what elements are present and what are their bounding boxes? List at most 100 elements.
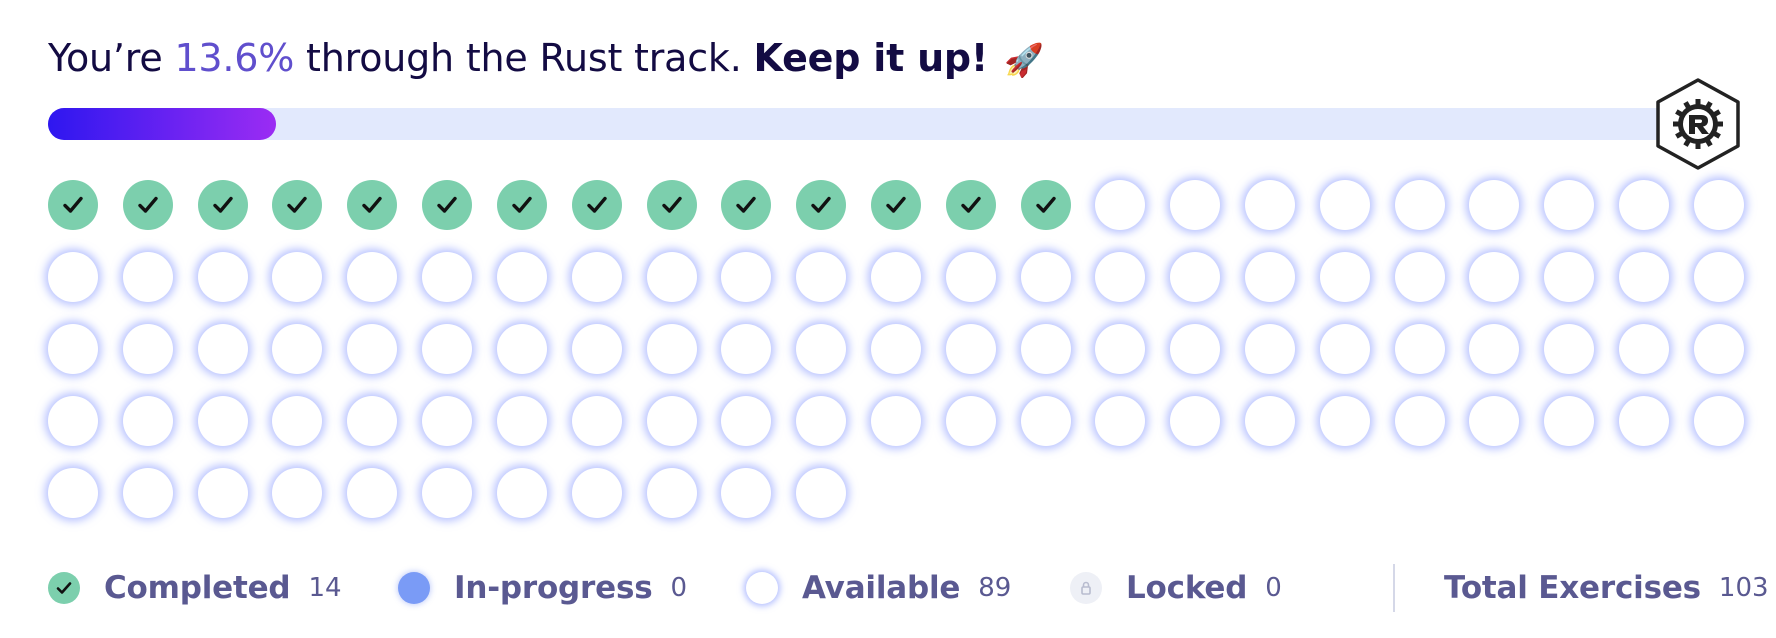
exercise-available[interactable] — [571, 324, 622, 374]
exercise-available[interactable] — [1170, 396, 1221, 446]
exercise-available[interactable] — [48, 252, 98, 302]
exercise-available[interactable] — [796, 252, 847, 302]
exercise-available[interactable] — [347, 324, 398, 374]
exercise-available[interactable] — [496, 468, 547, 518]
exercise-available[interactable] — [1394, 396, 1445, 446]
exercise-available[interactable] — [1544, 396, 1595, 446]
exercise-available[interactable] — [1170, 252, 1221, 302]
exercise-available[interactable] — [571, 252, 622, 302]
exercise-completed[interactable] — [1020, 180, 1071, 230]
exercise-completed[interactable] — [197, 180, 248, 230]
exercise-available[interactable] — [272, 396, 323, 446]
exercise-available[interactable] — [796, 468, 847, 518]
exercise-available[interactable] — [1020, 396, 1071, 446]
exercise-available[interactable] — [347, 396, 398, 446]
exercise-available[interactable] — [422, 468, 473, 518]
exercise-available[interactable] — [272, 252, 323, 302]
exercise-available[interactable] — [122, 324, 173, 374]
exercise-available[interactable] — [646, 324, 697, 374]
exercise-available[interactable] — [272, 324, 323, 374]
exercise-completed[interactable] — [272, 180, 323, 230]
exercise-available[interactable] — [945, 324, 996, 374]
exercise-available[interactable] — [1245, 180, 1295, 230]
exercise-available[interactable] — [197, 468, 248, 518]
exercise-available[interactable] — [870, 324, 921, 374]
exercise-available[interactable] — [571, 396, 622, 446]
exercise-completed[interactable] — [422, 180, 473, 230]
exercise-available[interactable] — [1394, 252, 1445, 302]
exercise-available[interactable] — [1245, 396, 1295, 446]
exercise-available[interactable] — [1394, 180, 1445, 230]
exercise-available[interactable] — [197, 324, 248, 374]
exercise-completed[interactable] — [347, 180, 398, 230]
exercise-available[interactable] — [796, 396, 847, 446]
exercise-available[interactable] — [571, 468, 622, 518]
exercise-available[interactable] — [721, 324, 772, 374]
exercise-available[interactable] — [1469, 180, 1520, 230]
exercise-available[interactable] — [1469, 252, 1520, 302]
exercise-available[interactable] — [1394, 324, 1445, 374]
exercise-available[interactable] — [496, 252, 547, 302]
exercise-available[interactable] — [646, 396, 697, 446]
exercise-available[interactable] — [1020, 252, 1071, 302]
exercise-completed[interactable] — [721, 180, 772, 230]
exercise-completed[interactable] — [870, 180, 921, 230]
exercise-completed[interactable] — [48, 180, 98, 230]
exercise-available[interactable] — [1544, 180, 1595, 230]
exercise-available[interactable] — [721, 468, 772, 518]
rust-logo-icon[interactable] — [1652, 76, 1744, 172]
exercise-available[interactable] — [422, 252, 473, 302]
exercise-available[interactable] — [122, 468, 173, 518]
exercise-completed[interactable] — [646, 180, 697, 230]
exercise-available[interactable] — [48, 396, 98, 446]
exercise-available[interactable] — [1095, 396, 1146, 446]
exercise-available[interactable] — [1020, 324, 1071, 374]
exercise-completed[interactable] — [496, 180, 547, 230]
exercise-available[interactable] — [1319, 324, 1370, 374]
exercise-available[interactable] — [1544, 252, 1595, 302]
exercise-available[interactable] — [1319, 252, 1370, 302]
exercise-available[interactable] — [1619, 396, 1670, 446]
exercise-available[interactable] — [1095, 324, 1146, 374]
exercise-available[interactable] — [1245, 252, 1295, 302]
exercise-available[interactable] — [1245, 324, 1295, 374]
exercise-completed[interactable] — [122, 180, 173, 230]
exercise-available[interactable] — [1319, 396, 1370, 446]
exercise-available[interactable] — [1619, 252, 1670, 302]
exercise-available[interactable] — [272, 468, 323, 518]
exercise-available[interactable] — [422, 324, 473, 374]
exercise-available[interactable] — [1095, 252, 1146, 302]
exercise-available[interactable] — [1619, 180, 1670, 230]
exercise-available[interactable] — [496, 396, 547, 446]
exercise-available[interactable] — [870, 252, 921, 302]
exercise-available[interactable] — [1544, 324, 1595, 374]
exercise-available[interactable] — [1693, 180, 1744, 230]
exercise-available[interactable] — [48, 468, 98, 518]
exercise-available[interactable] — [796, 324, 847, 374]
exercise-available[interactable] — [347, 252, 398, 302]
exercise-available[interactable] — [945, 396, 996, 446]
exercise-available[interactable] — [197, 252, 248, 302]
exercise-available[interactable] — [496, 324, 547, 374]
exercise-available[interactable] — [1619, 324, 1670, 374]
exercise-available[interactable] — [721, 252, 772, 302]
exercise-available[interactable] — [1693, 396, 1744, 446]
exercise-available[interactable] — [122, 252, 173, 302]
exercise-available[interactable] — [721, 396, 772, 446]
exercise-available[interactable] — [48, 324, 98, 374]
exercise-available[interactable] — [1170, 180, 1221, 230]
exercise-available[interactable] — [1469, 396, 1520, 446]
exercise-available[interactable] — [1170, 324, 1221, 374]
exercise-available[interactable] — [1693, 252, 1744, 302]
exercise-available[interactable] — [1095, 180, 1146, 230]
exercise-available[interactable] — [197, 396, 248, 446]
exercise-available[interactable] — [870, 396, 921, 446]
exercise-available[interactable] — [422, 396, 473, 446]
exercise-completed[interactable] — [571, 180, 622, 230]
exercise-completed[interactable] — [945, 180, 996, 230]
exercise-available[interactable] — [945, 252, 996, 302]
exercise-available[interactable] — [1319, 180, 1370, 230]
exercise-completed[interactable] — [796, 180, 847, 230]
exercise-available[interactable] — [646, 468, 697, 518]
exercise-available[interactable] — [646, 252, 697, 302]
